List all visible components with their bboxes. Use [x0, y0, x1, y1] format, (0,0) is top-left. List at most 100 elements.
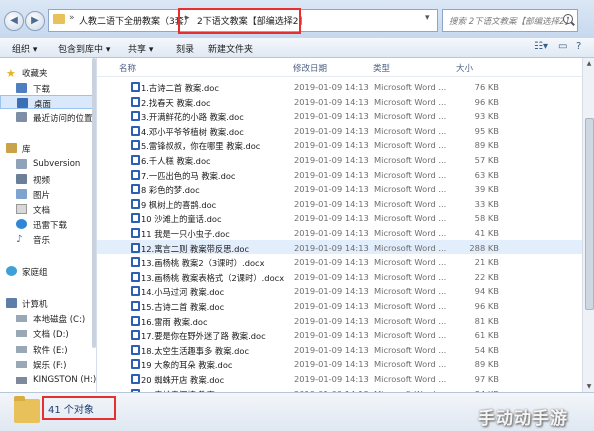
help-icon[interactable]: ?: [576, 41, 581, 52]
table-row[interactable]: 11 我是一只小虫子.doc 2019-01-09 14:13 Microsoft …: [97, 225, 582, 240]
file-size: 96 KB: [474, 301, 499, 311]
word-document-icon: [131, 344, 140, 355]
sidebar-item-drive-e[interactable]: 软件 (E:): [0, 342, 96, 356]
preview-pane-icon[interactable]: ▭: [558, 41, 567, 52]
sidebar-item-desktop[interactable]: 桌面: [0, 95, 96, 110]
table-row[interactable]: 6.千人糕 教案.doc 2019-01-09 14:13 Microsoft Wo…: [97, 152, 582, 167]
table-row[interactable]: 17.要是你在野外迷了路 教案.doc 2019-01-09 14:13 Micro…: [97, 327, 582, 342]
vertical-scrollbar[interactable]: ▲ ▼: [582, 58, 594, 392]
table-row[interactable]: 7.一匹出色的马 教案.doc 2019-01-09 14:13 Microsoft…: [97, 167, 582, 182]
column-header-type[interactable]: 类型: [373, 62, 390, 74]
column-header-size[interactable]: 大小: [456, 62, 473, 74]
sidebar-item-recent[interactable]: 最近访问的位置: [0, 110, 96, 124]
scrollbar-thumb[interactable]: [585, 118, 594, 310]
word-document-icon: [131, 198, 140, 209]
include-in-library-button[interactable]: 包含到库中 ▾: [58, 42, 110, 55]
xunlei-download-icon: [16, 219, 27, 229]
file-name: 12.寓言二则 教案带反思.doc: [141, 243, 250, 254]
file-type: Microsoft Word ...: [374, 169, 447, 180]
file-name: 1.古诗二首 教案.doc: [141, 83, 219, 93]
sidebar-item-libraries[interactable]: 库: [0, 141, 96, 155]
sidebar-item-label: 桌面: [34, 100, 52, 110]
table-row[interactable]: 13.画杨桃 教案2（3课时）.docx 2019-01-09 14:13 Micr…: [97, 254, 582, 269]
scroll-down-arrow-icon[interactable]: ▼: [583, 381, 594, 392]
new-folder-button[interactable]: 新建文件夹: [208, 42, 253, 55]
file-modified-date: 2019-01-09 14:13: [294, 257, 369, 268]
word-document-icon: [131, 155, 140, 165]
sidebar-item-pictures[interactable]: 图片: [0, 187, 96, 201]
header-divider: [97, 76, 582, 77]
folder-icon: [14, 396, 40, 423]
sidebar-scrollbar[interactable]: [92, 58, 96, 348]
file-modified-date: 2019-01-09 14:13: [294, 125, 369, 136]
file-type: Microsoft Word ...: [374, 301, 447, 311]
file-size: 58 KB: [474, 213, 499, 224]
forward-button[interactable]: ▶: [25, 11, 45, 31]
file-modified-date: 2019-01-09 14:13: [294, 228, 369, 238]
sidebar-item-drive-c[interactable]: 本地磁盘 (C:): [0, 311, 96, 325]
file-size: 76 KB: [474, 82, 499, 92]
table-row[interactable]: 1.古诗二首 教案.doc 2019-01-09 14:13 Microsoft W…: [97, 79, 582, 94]
file-type: Microsoft Word ...: [374, 198, 447, 209]
sidebar-item-drive-d[interactable]: 文档 (D:): [0, 326, 96, 340]
search-input[interactable]: 搜索 2下语文教案【部编选择2】: [442, 9, 578, 32]
file-type: Microsoft Word ...: [374, 315, 447, 326]
table-row[interactable]: 2.找春天 教案.doc 2019-01-09 14:13 Microsoft Wo…: [97, 94, 582, 109]
file-name: 13.画杨桃 教案表格式（2课时）.docx: [141, 272, 285, 283]
scroll-up-arrow-icon[interactable]: ▲: [583, 58, 594, 69]
table-row[interactable]: 19 大象的耳朵 教案.doc 2019-01-09 14:13 Microsoft…: [97, 356, 582, 371]
file-size: 61 KB: [474, 330, 499, 341]
view-options-icon[interactable]: ☷▾: [534, 41, 548, 52]
file-size: 97 KB: [474, 374, 499, 384]
chevron-down-icon[interactable]: ▾: [425, 13, 430, 23]
file-name: 2.找春天 教案.doc: [141, 97, 211, 108]
sidebar-item-favorites[interactable]: ★ 收藏夹: [0, 65, 96, 80]
column-header-date[interactable]: 修改日期: [293, 62, 327, 74]
file-type: Microsoft Word ...: [374, 140, 447, 151]
sidebar-item-computer[interactable]: 计算机: [0, 296, 96, 310]
table-row[interactable]: 13.画杨桃 教案表格式（2课时）.docx 2019-01-09 14:13 Mi…: [97, 269, 582, 284]
table-row[interactable]: 16.雷雨 教案.doc 2019-01-09 14:13 Microsoft Wo…: [97, 313, 582, 328]
share-button[interactable]: 共享 ▾: [128, 42, 153, 55]
table-row[interactable]: 18.太空生活趣事多 教案.doc 2019-01-09 14:13 Microso…: [97, 342, 582, 357]
sidebar-item-drive-h[interactable]: KINGSTON (H:): [0, 373, 96, 387]
table-row[interactable]: 20 蜘蛛开店 教案.doc 2019-01-09 14:13 Microsoft …: [97, 371, 582, 386]
sidebar-item-label: 视频: [33, 176, 51, 186]
file-name: 6.千人糕 教案.doc: [141, 156, 211, 166]
file-modified-date: 2019-01-09 14:13: [294, 271, 369, 282]
column-header-name[interactable]: 名称: [119, 62, 136, 74]
sidebar-item-subversion[interactable]: Subversion: [0, 157, 96, 171]
table-row[interactable]: 9 枫树上的喜鹊.doc 2019-01-09 14:13 Microsoft Wo…: [97, 196, 582, 211]
breadcrumb-item-parent[interactable]: 人教二语下全册教案（3套）: [79, 14, 193, 27]
word-document-icon: [131, 213, 140, 224]
chevron-right-icon: »: [69, 13, 75, 23]
file-name: 16.雷雨 教案.doc: [141, 316, 208, 327]
table-row[interactable]: 14.小马过河 教案.doc 2019-01-09 14:13 Microsoft …: [97, 283, 582, 298]
file-name: 13.画杨桃 教案2（3课时）.docx: [141, 258, 265, 269]
highlight-box-breadcrumb: [178, 8, 301, 34]
sidebar-item-downloads[interactable]: 下载: [0, 81, 96, 95]
table-row[interactable]: 4.邓小平爷爷植树 教案.doc 2019-01-09 14:13 Microsof…: [97, 123, 582, 138]
table-row[interactable]: 3.开满鲜花的小路 教案.doc 2019-01-09 14:13 Microsof…: [97, 108, 582, 123]
sidebar-item-music[interactable]: ♪ 音乐: [0, 232, 96, 246]
table-row[interactable]: 15.古诗二首 教案.doc 2019-01-09 14:13 Microsoft …: [97, 298, 582, 313]
sidebar-item-drive-f[interactable]: 娱乐 (F:): [0, 357, 96, 371]
table-row[interactable]: 5.雷锋叔叔，你在哪里 教案.doc 2019-01-09 14:13 Micros…: [97, 137, 582, 152]
burn-button[interactable]: 刻录: [176, 42, 194, 55]
forward-arrow-icon: ▶: [31, 15, 39, 26]
sidebar-item-videos[interactable]: 视频: [0, 172, 96, 186]
table-row[interactable]: 10 沙滩上的童话.doc 2019-01-09 14:13 Microsoft W…: [97, 210, 582, 225]
table-row[interactable]: 8 彩色的梦.doc 2019-01-09 14:13 Microsoft Word…: [97, 181, 582, 196]
back-button[interactable]: ◀: [4, 11, 24, 31]
organize-button[interactable]: 组织 ▾: [12, 42, 37, 55]
file-name: 20 蜘蛛开店 教案.doc: [141, 375, 225, 385]
sidebar-item-documents[interactable]: 文档: [0, 202, 96, 216]
file-type: Microsoft Word ...: [374, 111, 447, 122]
word-document-icon: [131, 374, 140, 384]
file-name: 10 沙滩上的童话.doc: [141, 214, 222, 225]
file-modified-date: 2019-01-09 14:13: [294, 82, 369, 92]
table-row[interactable]: 12.寓言二则 教案带反思.doc 2019-01-09 14:13 Microso…: [97, 239, 582, 255]
sidebar-item-xunlei[interactable]: 迅雷下载: [0, 217, 96, 231]
file-size: 33 KB: [474, 198, 499, 209]
sidebar-item-homegroup[interactable]: 家庭组: [0, 264, 96, 278]
